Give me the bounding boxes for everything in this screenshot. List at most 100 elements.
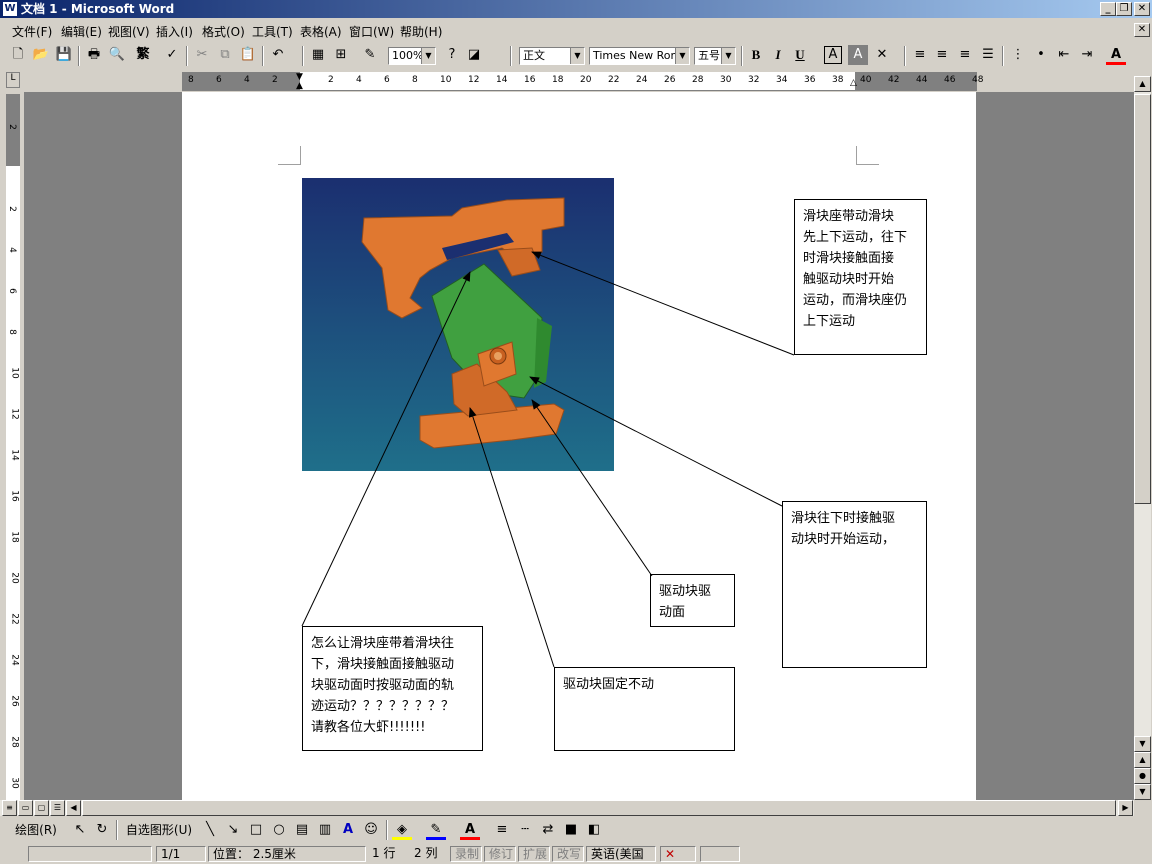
- vertical-scrollbar[interactable]: ▲ ▼ ▲ ● ▼: [1134, 76, 1151, 800]
- align-left-icon[interactable]: ≡: [910, 45, 930, 65]
- previous-page-icon[interactable]: ▲: [1134, 752, 1151, 768]
- zoom-select[interactable]: 100% ▼: [388, 47, 436, 65]
- right-indent-marker[interactable]: △: [850, 78, 857, 88]
- spelling-icon[interactable]: ✓: [162, 45, 182, 65]
- cut-icon[interactable]: ✂: [192, 45, 212, 65]
- clip-art-icon[interactable]: ☺: [361, 820, 381, 840]
- arrow-style-icon[interactable]: ⇄: [538, 820, 558, 840]
- tables-borders-icon[interactable]: ▦: [308, 45, 328, 65]
- traditional-chinese-button[interactable]: 繁: [130, 45, 156, 65]
- 3d-icon[interactable]: ◧: [584, 820, 604, 840]
- free-rotate-icon[interactable]: ↻: [92, 820, 112, 840]
- vertical-ruler[interactable]: 2 2 4 6 8 10 12 14 16 18 20 22 24 26 28 30: [6, 94, 20, 800]
- char-shading-icon[interactable]: A: [848, 45, 868, 65]
- print-preview-icon[interactable]: 🔍: [107, 45, 127, 65]
- new-document-icon[interactable]: 🗋: [8, 45, 28, 65]
- status-language-ime-area[interactable]: [28, 846, 152, 862]
- scroll-thumb[interactable]: [82, 800, 1116, 816]
- normal-view-icon[interactable]: ≡: [2, 800, 17, 816]
- minimize-button[interactable]: _: [1100, 2, 1116, 16]
- menu-insert[interactable]: 插入(I): [156, 23, 193, 40]
- chevron-down-icon[interactable]: ▼: [421, 48, 435, 64]
- bold-button[interactable]: B: [746, 45, 766, 65]
- outline-view-icon[interactable]: ☰: [50, 800, 65, 816]
- status-overtype[interactable]: 改写: [552, 846, 584, 862]
- horizontal-scrollbar[interactable]: ≡ ▭ ▢ ☰ ◀ ▶: [0, 800, 1134, 816]
- arrow-tool-icon[interactable]: ↘: [223, 820, 243, 840]
- dash-style-icon[interactable]: ┄: [515, 820, 535, 840]
- line-color-icon[interactable]: ✎: [426, 820, 446, 840]
- chart-icon[interactable]: ◪: [464, 45, 484, 65]
- help-icon[interactable]: ?: [442, 45, 462, 65]
- status-track-changes[interactable]: 修订: [484, 846, 516, 862]
- close-button[interactable]: ✕: [1134, 2, 1150, 16]
- decrease-indent-icon[interactable]: ⇤: [1054, 45, 1074, 65]
- fill-color-icon[interactable]: ◈: [392, 820, 412, 840]
- status-record[interactable]: 录制: [450, 846, 482, 862]
- chevron-down-icon[interactable]: ▼: [675, 48, 689, 64]
- next-page-icon[interactable]: ▼: [1134, 784, 1151, 800]
- increase-indent-icon[interactable]: ⇥: [1077, 45, 1097, 65]
- style-select[interactable]: 正文 ▼: [519, 47, 585, 65]
- status-extend[interactable]: 扩展: [518, 846, 550, 862]
- align-center-icon[interactable]: ≡: [932, 45, 952, 65]
- numbering-icon[interactable]: ⋮: [1008, 45, 1028, 65]
- menu-format[interactable]: 格式(O): [202, 23, 245, 40]
- scroll-up-icon[interactable]: ▲: [1134, 76, 1151, 92]
- font-size-select[interactable]: 五号 ▼: [694, 47, 736, 65]
- chevron-down-icon[interactable]: ▼: [570, 48, 584, 64]
- undo-icon[interactable]: ↶: [268, 45, 288, 65]
- font-select[interactable]: Times New Roman ▼: [589, 47, 690, 65]
- paste-icon[interactable]: 📋: [238, 45, 258, 65]
- insert-table-icon[interactable]: ⊞: [331, 45, 351, 65]
- print-icon[interactable]: 🖶: [84, 45, 104, 65]
- font-color-icon[interactable]: A: [460, 820, 480, 840]
- text-box-icon[interactable]: ▤: [292, 820, 312, 840]
- save-icon[interactable]: 💾: [54, 45, 74, 65]
- draw-menu-button[interactable]: 绘图(R): [8, 820, 64, 840]
- open-folder-icon[interactable]: 📂: [31, 45, 51, 65]
- hanging-indent-marker[interactable]: ▲: [296, 81, 303, 91]
- scroll-thumb[interactable]: [1134, 94, 1151, 504]
- menu-edit[interactable]: 编辑(E): [61, 23, 102, 40]
- select-browse-object-icon[interactable]: ●: [1134, 768, 1151, 784]
- wordart-icon[interactable]: A: [338, 820, 358, 840]
- menu-view[interactable]: 视图(V): [108, 23, 150, 40]
- vertical-text-box-icon[interactable]: ▥: [315, 820, 335, 840]
- oval-tool-icon[interactable]: ○: [269, 820, 289, 840]
- distributed-align-icon[interactable]: ☰: [978, 45, 998, 65]
- underline-button[interactable]: U: [790, 45, 810, 65]
- scroll-left-icon[interactable]: ◀: [66, 800, 81, 816]
- scroll-down-icon[interactable]: ▼: [1134, 736, 1151, 752]
- line-tool-icon[interactable]: ╲: [200, 820, 220, 840]
- menu-table[interactable]: 表格(A): [300, 23, 342, 40]
- italic-button[interactable]: I: [768, 45, 788, 65]
- copy-icon[interactable]: ⧉: [215, 45, 235, 65]
- menu-window[interactable]: 窗口(W): [349, 23, 394, 40]
- menu-file[interactable]: 文件(F): [12, 23, 52, 40]
- status-language[interactable]: 英语(美国: [586, 846, 656, 862]
- chevron-down-icon[interactable]: ▼: [721, 48, 735, 64]
- line-style-icon[interactable]: ≡: [492, 820, 512, 840]
- menu-help[interactable]: 帮助(H): [400, 23, 442, 40]
- horizontal-ruler[interactable]: 8 6 4 2 2 4 6 8 10 12 14 16 18 20 22 24 26 28 30 32 34 36 38 40…: [182, 72, 983, 91]
- emphasis-mark-icon[interactable]: ✕: [872, 45, 892, 65]
- shadow-icon[interactable]: ■: [561, 820, 581, 840]
- select-objects-icon[interactable]: ↖: [70, 820, 90, 840]
- bullets-icon[interactable]: •: [1031, 45, 1051, 65]
- menu-tools[interactable]: 工具(T): [252, 23, 293, 40]
- font-color-button[interactable]: A: [1106, 45, 1126, 65]
- page-view-icon[interactable]: ▢: [34, 800, 49, 816]
- align-right-icon[interactable]: ≡: [955, 45, 975, 65]
- rectangle-tool-icon[interactable]: □: [246, 820, 266, 840]
- tab-stop-selector[interactable]: L: [6, 72, 20, 88]
- scroll-right-icon[interactable]: ▶: [1118, 800, 1133, 816]
- autoshapes-menu-button[interactable]: 自选图形(U): [122, 820, 196, 840]
- word-app-icon[interactable]: W: [3, 2, 17, 16]
- drawing-icon[interactable]: ✎: [360, 45, 380, 65]
- spelling-status-icon[interactable]: ✕: [660, 846, 696, 862]
- document-page[interactable]: 滑块座带动滑块 先上下运动，往下 时滑块接触面接 触驱动块时开始 运动，而滑块座…: [182, 92, 976, 800]
- char-border-icon[interactable]: A: [824, 46, 842, 64]
- restore-button[interactable]: ❐: [1116, 2, 1132, 16]
- document-close-button[interactable]: ✕: [1134, 23, 1150, 37]
